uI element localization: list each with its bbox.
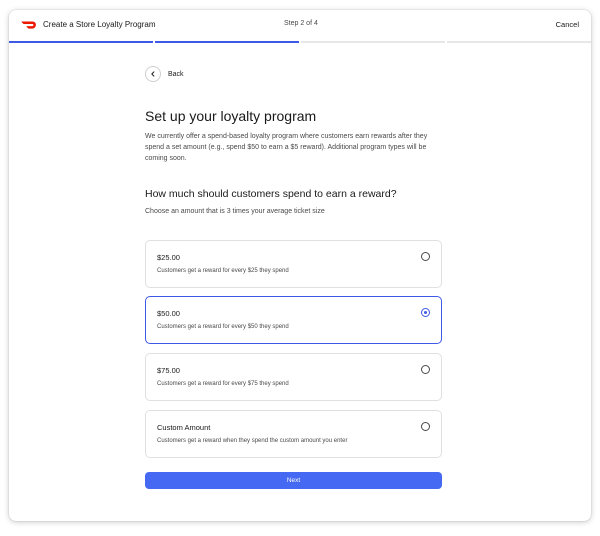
chevron-left-icon: [151, 71, 155, 77]
option-description: Customers get a reward for every $25 the…: [157, 268, 289, 274]
doordash-logo-icon: [21, 21, 36, 29]
progress-segment: [447, 41, 591, 43]
option-title: $50.00: [157, 309, 180, 318]
option-description: Customers get a reward for every $50 the…: [157, 324, 289, 330]
question-hint: Choose an amount that is 3 times your av…: [145, 208, 325, 215]
option-title: $25.00: [157, 253, 180, 262]
page-title: Create a Store Loyalty Program: [43, 20, 156, 29]
program-description: We currently offer a spend-based loyalty…: [145, 133, 428, 162]
cancel-button[interactable]: Cancel: [556, 20, 579, 29]
radio-button-selected[interactable]: [421, 308, 430, 317]
option-description: Customers get a reward when they spend t…: [157, 438, 348, 444]
next-button[interactable]: Next: [145, 472, 442, 489]
option-description: Customers get a reward for every $75 the…: [157, 381, 289, 387]
header-bar: Create a Store Loyalty Program Step 2 of…: [9, 10, 591, 42]
page-heading: Set up your loyalty program: [145, 108, 317, 124]
radio-button[interactable]: [421, 365, 430, 374]
question-heading: How much should customers spend to earn …: [145, 188, 397, 200]
radio-button[interactable]: [421, 252, 430, 261]
back-label[interactable]: Back: [168, 71, 184, 78]
back-circle[interactable]: [145, 66, 161, 82]
radio-button[interactable]: [421, 422, 430, 431]
option-title: Custom Amount: [157, 423, 211, 432]
option-title: $75.00: [157, 366, 180, 375]
option-25[interactable]: $25.00 Customers get a reward for every …: [145, 240, 442, 288]
progress-segment: [155, 41, 299, 43]
option-50[interactable]: $50.00 Customers get a reward for every …: [145, 296, 442, 344]
option-75[interactable]: $75.00 Customers get a reward for every …: [145, 353, 442, 401]
option-custom[interactable]: Custom Amount Customers get a reward whe…: [145, 410, 442, 458]
step-indicator: Step 2 of 4: [284, 20, 318, 27]
progress-segment: [301, 41, 445, 43]
back-button[interactable]: Back: [145, 66, 184, 82]
progress-bar: [9, 41, 591, 43]
progress-segment: [9, 41, 153, 43]
